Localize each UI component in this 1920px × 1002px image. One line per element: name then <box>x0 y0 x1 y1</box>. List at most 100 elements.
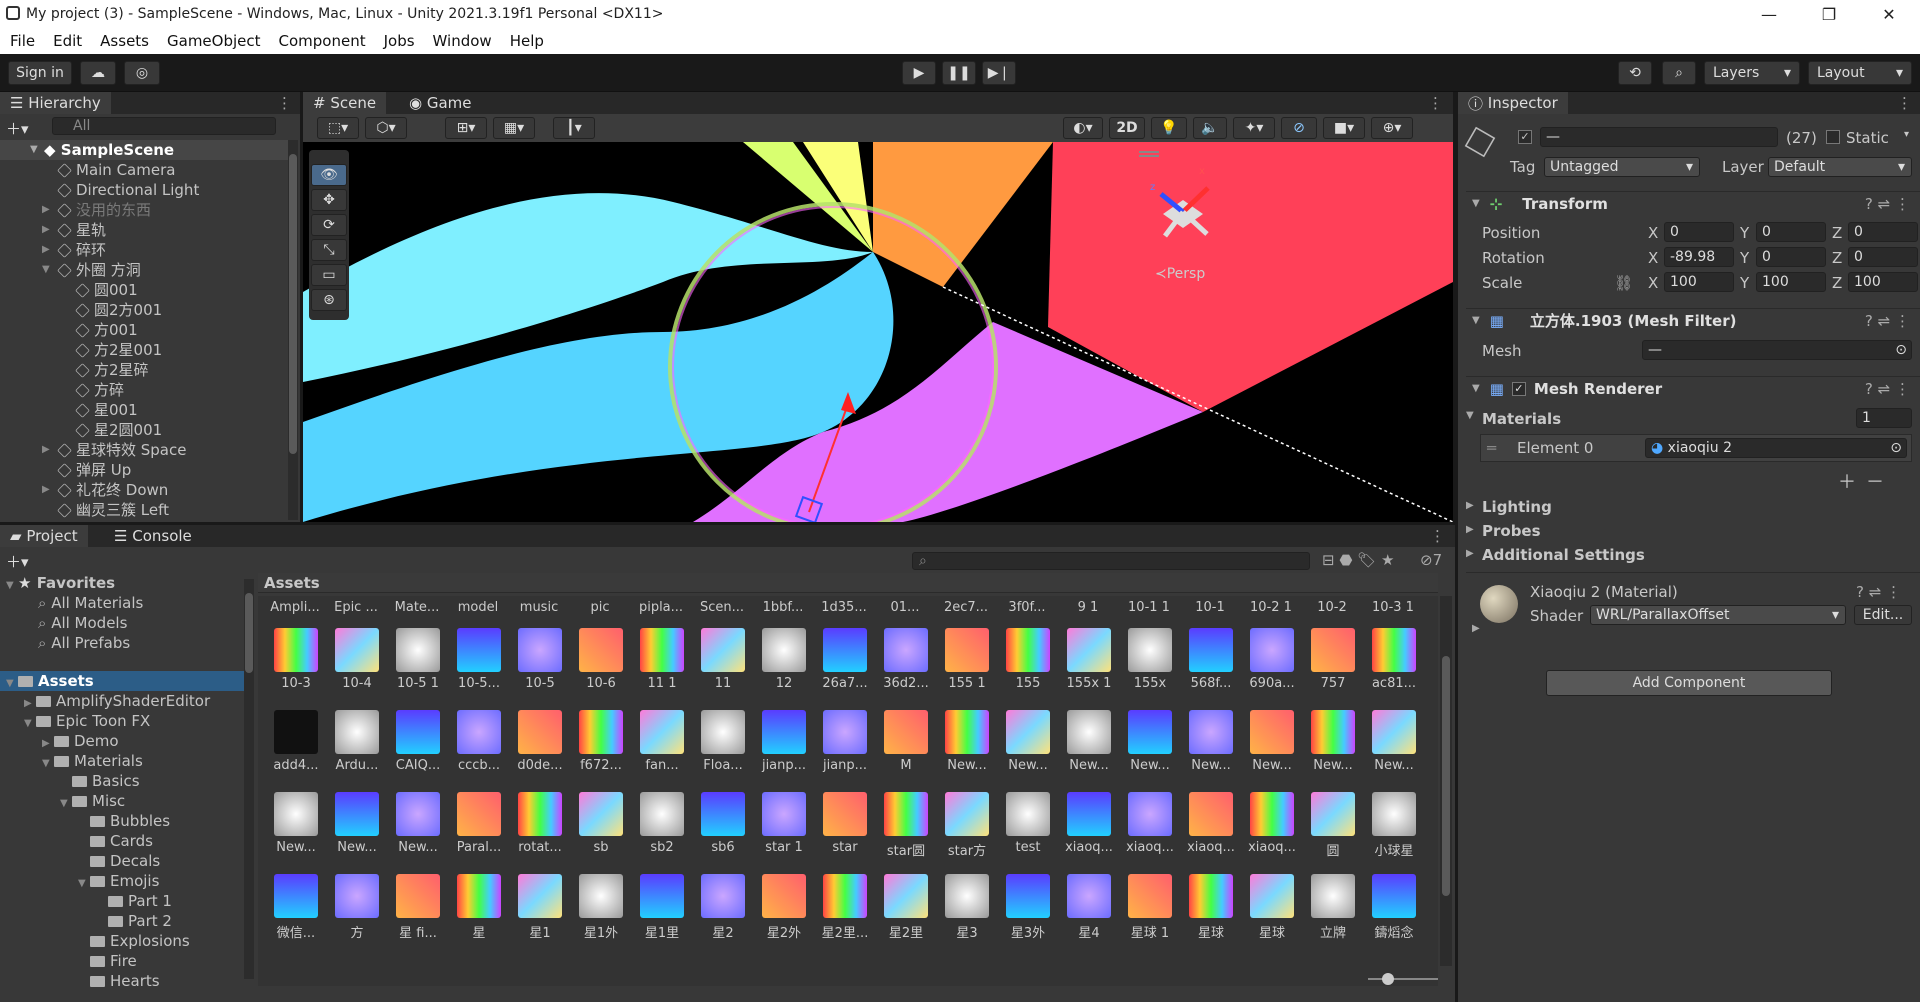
camera-icon[interactable]: ■▾ <box>1323 117 1365 139</box>
transform-tool-icon[interactable]: ⊛ <box>311 289 347 311</box>
add-element-icon[interactable]: ＋ <box>1838 468 1856 494</box>
rotate-tool-icon[interactable]: ⟳ <box>311 214 347 236</box>
position-x-field[interactable]: 0 <box>1664 222 1734 242</box>
component-menu-icon[interactable]: ? ⇌ ⋮ <box>1865 195 1910 213</box>
asset-item[interactable]: 11 <box>695 622 751 700</box>
project-folder[interactable]: ▼ Emojis <box>78 871 159 891</box>
expand-arrow-icon[interactable]: ▶ <box>42 240 50 260</box>
expand-arrow-icon[interactable]: ▼ <box>60 794 72 814</box>
object-name-field[interactable]: — <box>1540 127 1778 147</box>
hierarchy-item[interactable]: ▶ 星轨 <box>42 220 106 240</box>
asset-item[interactable]: 10-6 <box>573 622 629 700</box>
expand-arrow-icon[interactable]: ▶ <box>1466 548 1474 559</box>
menu-assets[interactable]: Assets <box>100 32 149 50</box>
asset-folder[interactable]: 2ec7... <box>937 600 995 615</box>
favorite-item[interactable]: ⌕ All Models <box>38 613 127 633</box>
scale-x-label[interactable]: X <box>1648 274 1658 292</box>
add-icon[interactable]: ＋▾ <box>6 551 29 572</box>
expand-arrow-icon[interactable]: ▶ <box>1472 623 1480 634</box>
menu-help[interactable]: Help <box>510 32 544 50</box>
static-checkbox[interactable] <box>1826 130 1840 144</box>
menu-file[interactable]: File <box>10 32 35 50</box>
asset-item[interactable]: cccb... <box>451 704 507 782</box>
asset-item[interactable]: New... <box>329 786 385 864</box>
asset-item[interactable]: New... <box>268 786 324 864</box>
lock-icon[interactable]: ⋮ <box>277 94 292 112</box>
project-folder[interactable]: ▼ Materials <box>42 751 143 771</box>
asset-item[interactable]: 星 fi... <box>390 868 446 946</box>
object-picker-icon[interactable]: ⊙ <box>1895 341 1907 359</box>
project-folder[interactable]: ▼ Epic Toon FX <box>24 711 150 731</box>
asset-item[interactable]: d0de... <box>512 704 568 782</box>
project-search-input[interactable]: ⌕ <box>912 552 1310 570</box>
view-tool-icon[interactable]: 👁 <box>311 164 347 186</box>
project-folder[interactable]: Basics <box>60 771 140 791</box>
asset-folder[interactable]: 01... <box>876 600 934 615</box>
asset-item[interactable]: star <box>817 786 873 864</box>
rotation-x-label[interactable]: X <box>1648 249 1658 267</box>
asset-folder[interactable]: 10-1 <box>1181 600 1239 615</box>
expand-arrow-icon[interactable]: ▶ <box>1466 524 1474 535</box>
asset-item[interactable]: New... <box>1366 704 1422 782</box>
asset-item[interactable]: 圆 <box>1305 786 1361 864</box>
mesh-renderer-header[interactable]: ▼ ▦ ✓ Mesh Renderer ? ⇌ ⋮ <box>1466 376 1920 400</box>
collab-icon[interactable]: ◎ <box>124 61 160 85</box>
asset-item[interactable]: sb2 <box>634 786 690 864</box>
scene-root[interactable]: ▼ ◆ SampleScene <box>0 140 288 160</box>
asset-item[interactable]: 26a7... <box>817 622 873 700</box>
asset-item[interactable]: sb <box>573 786 629 864</box>
asset-item[interactable]: test <box>1000 786 1056 864</box>
rotation-y-field[interactable]: 0 <box>1756 247 1826 267</box>
scale-tool-icon[interactable]: ⤡ <box>311 239 347 261</box>
expand-arrow-icon[interactable]: ▶ <box>42 440 50 460</box>
asset-item[interactable]: 10-3 <box>268 622 324 700</box>
add-icon[interactable]: ＋▾ <box>6 118 29 139</box>
asset-item[interactable]: 星3 <box>939 868 995 946</box>
position-z-field[interactable]: 0 <box>1848 222 1918 242</box>
asset-item[interactable]: 10-4 <box>329 622 385 700</box>
rotation-z-field[interactable]: 0 <box>1848 247 1918 267</box>
asset-item[interactable]: 12 <box>756 622 812 700</box>
asset-item[interactable]: 155 <box>1000 622 1056 700</box>
asset-item[interactable]: star圆 <box>878 786 934 864</box>
asset-item[interactable]: fan... <box>634 704 690 782</box>
hierarchy-item[interactable]: 圆2方001 <box>75 300 162 320</box>
audio-icon[interactable]: 🔈 <box>1193 117 1227 139</box>
asset-item[interactable]: New... <box>1000 704 1056 782</box>
tab-hierarchy[interactable]: ☰ Hierarchy <box>0 92 111 114</box>
scale-z-label[interactable]: Z <box>1832 274 1842 292</box>
component-menu-icon[interactable]: ? ⇌ ⋮ <box>1865 312 1910 330</box>
asset-folder[interactable]: 10-1 1 <box>1120 600 1178 615</box>
collapse-arrow-icon[interactable]: ▼ <box>1466 410 1474 421</box>
asset-item[interactable]: xiaoq... <box>1183 786 1239 864</box>
asset-item[interactable]: sb6 <box>695 786 751 864</box>
layout-dropdown[interactable]: Layout ▾ <box>1808 61 1912 85</box>
project-folder[interactable]: Explosions <box>78 931 190 951</box>
tab-project[interactable]: ▰ Project <box>0 525 88 547</box>
asset-item[interactable]: CAIQ... <box>390 704 446 782</box>
expand-arrow-icon[interactable]: ▼ <box>42 260 50 280</box>
search-icon[interactable]: ⌕ <box>1662 61 1696 85</box>
move-tool-icon[interactable]: ✥ <box>311 189 347 211</box>
scale-y-label[interactable]: Y <box>1740 274 1749 292</box>
expand-arrow-icon[interactable]: ▼ <box>6 674 18 694</box>
asset-item[interactable]: 星1里 <box>634 868 690 946</box>
asset-item[interactable]: jianp... <box>817 704 873 782</box>
asset-item[interactable]: 立牌 <box>1305 868 1361 946</box>
project-folder[interactable]: Decals <box>78 851 160 871</box>
remove-element-icon[interactable]: － <box>1866 468 1884 494</box>
asset-item[interactable]: 星球 <box>1183 868 1239 946</box>
asset-item[interactable]: add4... <box>268 704 324 782</box>
play-button[interactable]: ▶ <box>902 61 936 85</box>
asset-item[interactable]: New... <box>1122 704 1178 782</box>
expand-arrow-icon[interactable]: ▶ <box>42 200 50 220</box>
expand-arrow-icon[interactable]: ▼ <box>24 714 36 734</box>
hierarchy-item[interactable]: ▶ 没用的东西 <box>42 200 151 220</box>
component-menu-icon[interactable]: ? ⇌ ⋮ <box>1856 583 1901 601</box>
scene-viewport[interactable]: x z ≺Persp <box>303 142 1453 522</box>
project-folder[interactable]: ▼ Assets <box>0 671 244 691</box>
layer-dropdown[interactable]: Default ▾ <box>1768 157 1912 177</box>
hierarchy-item[interactable]: 方001 <box>75 320 138 340</box>
favorite-item[interactable]: ⌕ All Prefabs <box>38 633 130 653</box>
asset-item[interactable]: xiaoq... <box>1122 786 1178 864</box>
